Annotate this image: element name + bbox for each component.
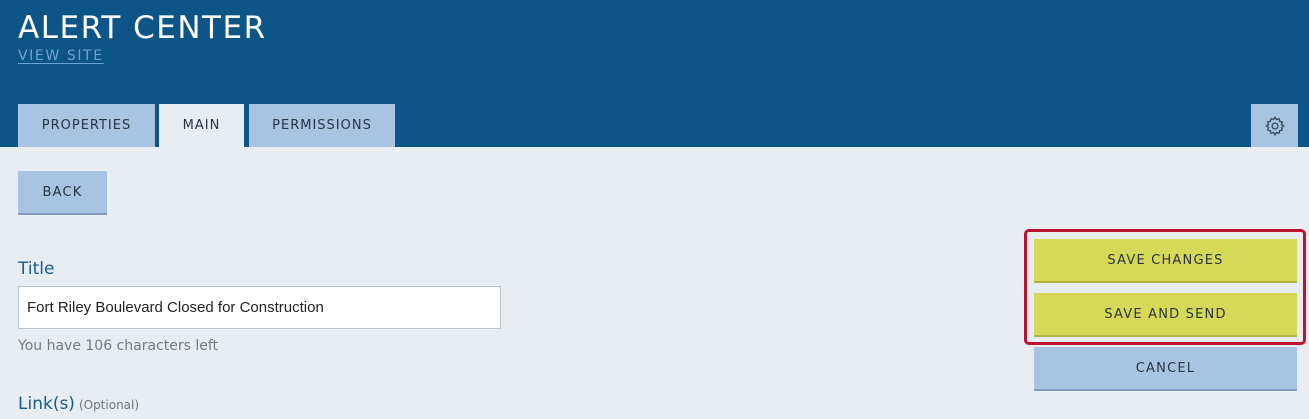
app-header: ALERT CENTER VIEW SITE PROPERTIES MAIN P… — [0, 0, 1309, 147]
cancel-button[interactable]: CANCEL — [1034, 347, 1297, 391]
title-input[interactable] — [18, 286, 501, 329]
settings-button[interactable] — [1251, 104, 1298, 147]
links-label-text: Link(s) — [18, 394, 75, 414]
save-and-send-button[interactable]: SAVE AND SEND — [1034, 293, 1297, 337]
app-title: ALERT CENTER — [18, 10, 267, 46]
view-site-link[interactable]: VIEW SITE — [18, 48, 104, 64]
tab-properties[interactable]: PROPERTIES — [18, 104, 155, 147]
links-label: Link(s) (Optional) — [18, 394, 139, 414]
tab-main[interactable]: MAIN — [159, 104, 244, 147]
tab-permissions[interactable]: PERMISSIONS — [249, 104, 395, 147]
characters-left-text: You have 106 characters left — [18, 338, 219, 354]
gear-icon — [1264, 115, 1285, 136]
save-changes-button[interactable]: SAVE CHANGES — [1034, 239, 1297, 283]
back-button[interactable]: BACK — [18, 171, 107, 215]
title-label: Title — [18, 259, 55, 279]
links-optional-hint: (Optional) — [78, 398, 140, 412]
